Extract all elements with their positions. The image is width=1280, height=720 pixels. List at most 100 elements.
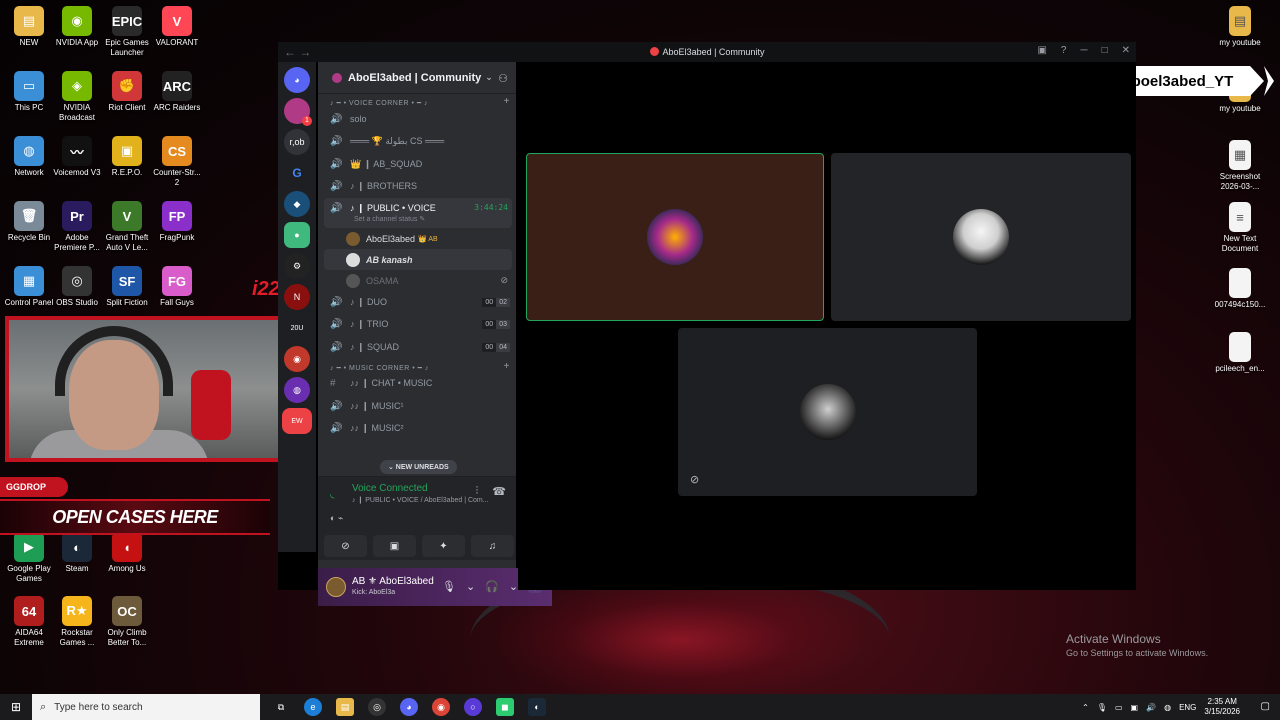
app-circle-icon[interactable]: ○: [464, 698, 482, 716]
desktop-icon-rockstar-games[interactable]: R★ Rockstar Games ...: [50, 596, 104, 648]
category-music-corner[interactable]: ♪ ━ • MUSIC CORNER • ━ ♪ +: [318, 359, 516, 373]
desktop-icon-voicemod-v3[interactable]: 〰 Voicemod V3: [50, 136, 104, 178]
channel-status[interactable]: Set a channel status ✎: [354, 215, 425, 223]
inbox-icon[interactable]: ▣: [1037, 45, 1046, 56]
disconnect-icon[interactable]: ☎: [492, 485, 506, 498]
server-icon-20u[interactable]: 20U: [284, 315, 310, 341]
channel-solo[interactable]: 🔊 solo: [318, 108, 516, 131]
screen-share-button[interactable]: ▣: [373, 535, 416, 557]
channel-trio[interactable]: 🔊 ♪ ❙ TRIO 00 03: [318, 314, 516, 337]
desktop-icon-pcileech-en[interactable]: pcileech_en...: [1213, 332, 1267, 374]
desktop-icon-screenshot-2026-03[interactable]: ▦ Screenshot 2026-03-...: [1213, 140, 1267, 192]
signal-icon[interactable]: ◟: [330, 487, 334, 500]
noise-suppression-icon[interactable]: ⫶: [476, 485, 479, 498]
chrome-icon[interactable]: ◉: [432, 698, 450, 716]
video-tile-ab-kanash[interactable]: [831, 153, 1131, 321]
voice-member-osama[interactable]: OSAMA ⊘: [318, 270, 516, 291]
app-green-icon[interactable]: ◼: [496, 698, 514, 716]
server-icon-red[interactable]: N: [284, 284, 310, 310]
language-indicator[interactable]: ENG: [1179, 703, 1196, 712]
file-explorer-icon[interactable]: ▤: [336, 698, 354, 716]
desktop-icon-fall-guys[interactable]: FG Fall Guys: [150, 266, 204, 308]
new-server-badge[interactable]: EW: [282, 408, 312, 434]
network-tray-icon[interactable]: ◍: [1164, 703, 1171, 712]
desktop-icon-recycle-bin[interactable]: 🗑 Recycle Bin: [2, 201, 56, 243]
server-icon-emblem[interactable]: ⚙: [284, 253, 310, 279]
channel-chat-music[interactable]: # ♪♪ ❙ CHAT • MUSIC: [318, 373, 516, 396]
soundboard-button[interactable]: ♫: [471, 535, 514, 557]
voice-member-ab-kanash[interactable]: AB kanash: [324, 249, 512, 270]
desktop-icon-fragpunk[interactable]: FP FragPunk: [150, 201, 204, 243]
discord-taskbar-icon[interactable]: ◕: [400, 698, 418, 716]
desktop-icon-adobe-premiere-p[interactable]: Pr Adobe Premiere P...: [50, 201, 104, 253]
mic-tray-icon[interactable]: 🎙: [1097, 703, 1107, 712]
invite-icon[interactable]: ⚇: [498, 72, 508, 85]
headphones-icon[interactable]: 🎧: [485, 580, 499, 593]
channel-duo[interactable]: 🔊 ♪ ❙ DUO 00 02: [318, 291, 516, 314]
channel-public-voice[interactable]: 🔊 ♪ ❙ PUBLIC • VOICE 3:44:24 Set a chann…: [324, 198, 512, 228]
taskbar-search[interactable]: ⌕ Type here to search: [32, 694, 260, 720]
server-icon-g[interactable]: G: [284, 160, 310, 186]
desktop-icon-new[interactable]: ▤ NEW: [2, 6, 56, 48]
discord-home-icon[interactable]: ◕: [284, 67, 310, 93]
clock[interactable]: 2:35 AM 3/15/2026: [1204, 697, 1240, 717]
server-icon-purple[interactable]: ◍: [284, 377, 310, 403]
edge-icon[interactable]: e: [304, 698, 322, 716]
category-voice-corner[interactable]: ♪ ━ • VOICE CORNER • ━ ♪ +: [318, 94, 516, 108]
desktop-icon-network[interactable]: ◍ Network: [2, 136, 56, 178]
desktop-icon-only-climb-better-to[interactable]: OC Only Climb Better To...: [100, 596, 154, 648]
start-button[interactable]: ⊞: [0, 700, 32, 714]
desktop-icon-r-e-p-o[interactable]: ▣ R.E.P.O.: [100, 136, 154, 178]
desktop-icon-valorant[interactable]: V VALORANT: [150, 6, 204, 48]
desktop-icon-obs-studio[interactable]: ◎ OBS Studio: [50, 266, 104, 308]
channel-squad[interactable]: 🔊 ♪ ❙ SQUAD 00 04: [318, 336, 516, 359]
show-hidden-icon[interactable]: ⌃: [1082, 703, 1089, 712]
server-icon-blue[interactable]: ◆: [284, 191, 310, 217]
desktop-icon-google-play-games[interactable]: ▶ Google Play Games: [2, 532, 56, 584]
new-unreads-pill[interactable]: ⌄ NEW UNREADS: [380, 460, 457, 474]
desktop-icon-new-text-document[interactable]: ≡ New Text Document: [1213, 202, 1267, 254]
voice-member-aboel3abed[interactable]: AboEl3abed 👑 AB: [318, 228, 516, 249]
steam-taskbar-icon[interactable]: ◐: [528, 698, 546, 716]
chevron-down-icon[interactable]: ⌄: [509, 580, 518, 593]
add-channel-icon[interactable]: +: [504, 96, 510, 107]
channel-ab-squad[interactable]: 🔊 👑 ❙ AB_SQUAD: [318, 153, 516, 176]
channel-music[interactable]: 🔊 ♪♪ ❙ MUSIC¹: [318, 395, 516, 418]
activities-button[interactable]: ✦: [422, 535, 465, 557]
desktop-icon-control-panel[interactable]: ▦ Control Panel: [2, 266, 56, 308]
notification-icon[interactable]: ▢: [1261, 701, 1270, 712]
add-channel-icon[interactable]: +: [504, 361, 510, 372]
camera-button[interactable]: ⊘: [324, 535, 367, 557]
task-view-icon[interactable]: ⧉: [272, 698, 290, 716]
desktop-icon-grand-theft-auto-v-le[interactable]: V Grand Theft Auto V Le...: [100, 201, 154, 253]
server-header[interactable]: AboEl3abed | Community ⌄ ⚇: [318, 62, 516, 94]
desktop-icon-aida64-extreme[interactable]: 64 AIDA64 Extreme: [2, 596, 56, 648]
server-icon-green[interactable]: ●: [284, 222, 310, 248]
battery-icon[interactable]: ▭: [1115, 703, 1123, 712]
desktop-icon-among-us[interactable]: ◖ Among Us: [100, 532, 154, 574]
help-icon[interactable]: ?: [1061, 45, 1067, 56]
channel-cs[interactable]: 🔊 ═══ 🏆 بطولة CS ═══: [318, 131, 516, 154]
desktop-icon-riot-client[interactable]: ✊ Riot Client: [100, 71, 154, 113]
chevron-down-icon[interactable]: ⌄: [466, 580, 475, 593]
username[interactable]: AB ⚜ AboEl3abed: [352, 576, 434, 587]
desktop-icon-nvidia-broadcast[interactable]: ◈ NVIDIA Broadcast: [50, 71, 104, 123]
desktop-icon-arc-raiders[interactable]: ARC ARC Raiders: [150, 71, 204, 113]
server-icon-rob[interactable]: r,ob: [284, 129, 310, 155]
desktop-icon-my-youtube[interactable]: ▤ my youtube: [1213, 6, 1267, 48]
video-tile-osama[interactable]: ⊘: [678, 328, 977, 496]
server-icon-misc[interactable]: ◉: [284, 346, 310, 372]
desktop-icon-split-fiction[interactable]: SF Split Fiction: [100, 266, 154, 308]
microphone-icon[interactable]: 🎙: [442, 580, 456, 593]
channel-music[interactable]: 🔊 ♪♪ ❙ MUSIC²: [318, 418, 516, 441]
channel-brothers[interactable]: 🔊 ♪ ❙ BROTHERS: [318, 176, 516, 199]
desktop-icon-epic-games-launcher[interactable]: EPIC Epic Games Launcher: [100, 6, 154, 58]
volume-icon[interactable]: 🔊: [1146, 703, 1156, 712]
desktop-icon-this-pc[interactable]: ▭ This PC: [2, 71, 56, 113]
desktop-icon-steam[interactable]: ◐ Steam: [50, 532, 104, 574]
maximize-button[interactable]: □: [1102, 45, 1108, 56]
obs-taskbar-icon[interactable]: ◎: [368, 698, 386, 716]
server-icon-community[interactable]: 1: [284, 98, 312, 126]
desktop-icon-nvidia-app[interactable]: ◉ NVIDIA App: [50, 6, 104, 48]
close-button[interactable]: ✕: [1122, 45, 1130, 56]
